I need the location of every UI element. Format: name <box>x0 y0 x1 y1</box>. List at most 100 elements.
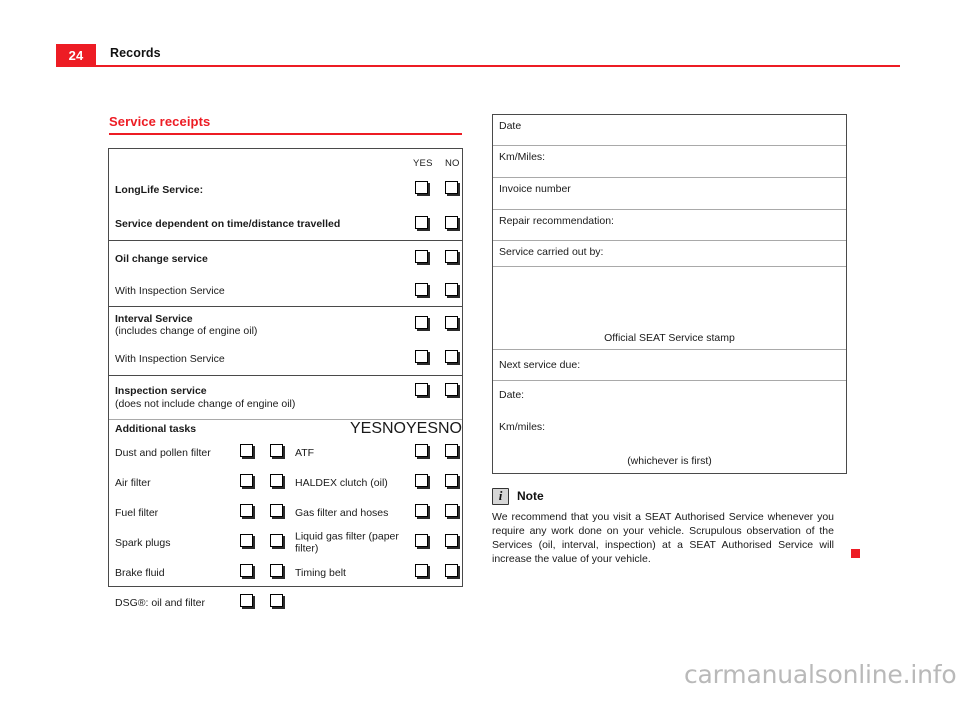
record-label-invoice-number: Invoice number <box>499 183 571 195</box>
checklist-row-inspection-service: Inspection service (does not include cha… <box>109 376 462 420</box>
checkbox-interval-with-inspection-yes[interactable] <box>415 350 428 368</box>
record-row-stamp-area[interactable]: Official SEAT Service stamp <box>493 267 846 350</box>
task-label-right: HALDEX clutch (oil) <box>295 476 388 489</box>
checklist-row-label-group: Interval Service (includes change of eng… <box>109 313 462 338</box>
checkbox-spark-plugs-yes[interactable] <box>240 534 253 552</box>
checkbox-dust-pollen-no[interactable] <box>270 444 283 462</box>
record-label-date: Date <box>499 120 522 132</box>
checklist-row-sublabel: (does not include change of engine oil) <box>115 397 296 410</box>
record-row-invoice-number[interactable]: Invoice number <box>493 178 846 210</box>
note-title: Note <box>517 489 544 503</box>
checklist-row-sublabel: (includes change of engine oil) <box>115 325 258 337</box>
checkbox-longlife-no[interactable] <box>445 181 458 199</box>
page-header: 24 Records <box>0 44 960 68</box>
checkbox-timing-belt-no[interactable] <box>445 564 458 582</box>
checkbox-gas-filter-no[interactable] <box>445 504 458 522</box>
checklist-row-time-distance: Service dependent on time/distance trave… <box>109 209 462 241</box>
checkbox-oil-with-inspection-no[interactable] <box>445 282 458 301</box>
note-block: Note We recommend that you visit a SEAT … <box>492 486 844 567</box>
header-rule <box>56 65 900 67</box>
checklist-row-label-group: Inspection service (does not include cha… <box>109 385 462 410</box>
checklist-row-label: Inspection service <box>115 385 207 398</box>
checkbox-oil-change-yes[interactable] <box>415 250 428 268</box>
task-label-right: Timing belt <box>295 566 346 579</box>
checklist-row-label: Oil change service <box>115 252 208 265</box>
additional-task-row: Fuel filter Gas filter and hoses <box>109 498 462 528</box>
task-label-left: DSG®: oil and filter <box>115 596 206 609</box>
record-label-next-service-due: Next service due: <box>499 359 581 371</box>
checkbox-fuel-filter-yes[interactable] <box>240 504 253 522</box>
checklist-row-longlife: LongLife Service: <box>109 171 462 209</box>
checklist-row-label: Service dependent on time/distance trave… <box>115 218 341 231</box>
task-label-right: Liquid gas filter (paper filter) <box>295 530 399 555</box>
checkbox-dsg-oil-filter-yes[interactable] <box>240 594 253 612</box>
additional-task-row: Dust and pollen filter ATF <box>109 438 462 468</box>
checkbox-liquid-gas-filter-no[interactable] <box>445 534 458 552</box>
record-label-service-carried-out-by: Service carried out by: <box>499 246 604 258</box>
checklist-row-interval-with-inspection: With Inspection Service <box>109 343 462 376</box>
checkbox-air-filter-no[interactable] <box>270 474 283 492</box>
section-heading-label: Service receipts <box>109 114 211 129</box>
section-heading-underline <box>109 133 462 135</box>
record-row-repair-recommendation[interactable]: Repair recommendation: <box>493 210 846 241</box>
record-row-next-service-details[interactable]: Date: Km/miles: (whichever is first) <box>493 381 846 472</box>
checkbox-oil-change-no[interactable] <box>445 250 458 268</box>
additional-task-row: Spark plugs Liquid gas filter (paper fil… <box>109 528 462 558</box>
checkbox-timing-belt-yes[interactable] <box>415 564 428 582</box>
checkbox-inspection-yes[interactable] <box>415 383 428 401</box>
additional-tasks-title: Additional tasks <box>115 422 197 435</box>
record-row-date[interactable]: Date <box>493 115 846 146</box>
yes-column-header: YES <box>413 158 433 169</box>
checkbox-spark-plugs-no[interactable] <box>270 534 283 552</box>
checkbox-haldex-yes[interactable] <box>415 474 428 492</box>
checkbox-brake-fluid-yes[interactable] <box>240 564 253 582</box>
checkbox-oil-with-inspection-yes[interactable] <box>415 282 428 301</box>
task-label-left: Brake fluid <box>115 566 165 579</box>
record-label-whichever-is-first: (whichever is first) <box>627 455 712 467</box>
checkbox-gas-filter-yes[interactable] <box>415 504 428 522</box>
checkbox-interval-with-inspection-no[interactable] <box>445 350 458 368</box>
record-row-service-carried-out-by[interactable]: Service carried out by: <box>493 241 846 267</box>
checklist-row-interval-service: Interval Service (includes change of eng… <box>109 307 462 343</box>
note-header: Note <box>492 486 844 506</box>
checkbox-fuel-filter-no[interactable] <box>270 504 283 522</box>
service-checklist-table: YES NO LongLife Service: Service depende… <box>108 148 463 609</box>
task-label-left: Fuel filter <box>115 506 159 519</box>
checkbox-interval-yes[interactable] <box>415 316 428 334</box>
record-row-next-service-due[interactable]: Next service due: <box>493 350 846 381</box>
checkbox-longlife-yes[interactable] <box>415 181 428 199</box>
checkbox-dsg-oil-filter-no[interactable] <box>270 594 283 612</box>
additional-yes-header-left: YES <box>349 420 382 437</box>
checkbox-atf-yes[interactable] <box>415 444 428 462</box>
no-column-header: NO <box>445 158 460 169</box>
task-label-left: Dust and pollen filter <box>115 446 211 459</box>
note-body: We recommend that you visit a SEAT Autho… <box>492 511 834 565</box>
record-label-stamp: Official SEAT Service stamp <box>604 332 735 344</box>
page-title: Records <box>110 46 161 60</box>
checkbox-interval-no[interactable] <box>445 316 458 334</box>
checklist-row-oil-with-inspection: With Inspection Service <box>109 277 462 307</box>
checklist-column-header: YES NO <box>109 149 462 171</box>
record-label-km-miles: Km/Miles: <box>499 151 546 163</box>
additional-no-header-left: NO <box>381 420 406 437</box>
additional-task-row: Brake fluid Timing belt <box>109 558 462 588</box>
checkbox-time-distance-yes[interactable] <box>415 215 428 234</box>
record-label-repair-recommendation: Repair recommendation: <box>499 215 614 227</box>
checkbox-haldex-no[interactable] <box>445 474 458 492</box>
additional-yes-header-right: YES <box>405 420 438 437</box>
task-label-left: Spark plugs <box>115 536 171 549</box>
checkbox-atf-no[interactable] <box>445 444 458 462</box>
page-number-badge: 24 <box>56 44 96 67</box>
checklist-row-oil-change: Oil change service <box>109 241 462 277</box>
checkbox-time-distance-no[interactable] <box>445 215 458 234</box>
additional-tasks-header: Additional tasks YES NO YES NO <box>109 420 462 438</box>
checkbox-inspection-no[interactable] <box>445 383 458 401</box>
checkbox-air-filter-yes[interactable] <box>240 474 253 492</box>
checklist-row-label: Interval Service <box>115 312 193 325</box>
checkbox-dust-pollen-yes[interactable] <box>240 444 253 462</box>
record-row-km-miles[interactable]: Km/Miles: <box>493 146 846 178</box>
checkbox-brake-fluid-no[interactable] <box>270 564 283 582</box>
service-record-table: Date Km/Miles: Invoice number Repair rec… <box>492 114 847 474</box>
checkbox-liquid-gas-filter-yes[interactable] <box>415 534 428 552</box>
checklist-row-label: LongLife Service: <box>115 183 204 196</box>
